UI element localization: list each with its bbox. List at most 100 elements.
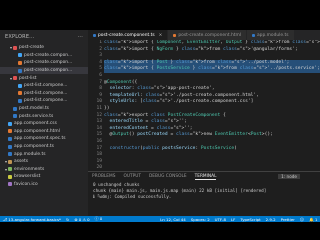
tree-item-label: post-list.compone...: [24, 90, 68, 96]
tab-debug-console[interactable]: DEBUG CONSOLE: [149, 174, 187, 179]
tab-output[interactable]: OUTPUT: [123, 174, 141, 179]
tab-app-module[interactable]: app.module.ts: [246, 30, 295, 40]
code-line: class="k">import { Component, EventEmitt…: [104, 40, 320, 45]
tab-post-create-html[interactable]: post-create.component.html: [168, 30, 247, 40]
tree-item-label: environments: [14, 166, 45, 172]
problems-count[interactable]: ⊗ 0 ⚠ 0: [74, 217, 89, 222]
line-number: 6: [99, 72, 102, 78]
tree-item[interactable]: post-list.compone...: [0, 90, 88, 98]
explorer-sidebar: EXPLORE... ··· ▾ post-create post-create.c…: [0, 30, 88, 216]
css-file-icon: [8, 121, 12, 126]
code-area[interactable]: class="k">import { Component, EventEmitt…: [104, 40, 320, 170]
tree-item-label: post.model.ts: [19, 106, 49, 112]
explorer-title: EXPLORE...: [5, 34, 35, 40]
json-file-icon: [8, 174, 12, 179]
tree-item-label: posts.service.ts: [19, 113, 54, 119]
prettier-status[interactable]: Prettier: [281, 217, 295, 222]
code-line: }): [104, 105, 110, 111]
tab-label: post-create.component.html: [178, 32, 241, 38]
git-branch[interactable]: ⎇ 13-angular-forward-basics*: [3, 217, 61, 222]
cursor-position[interactable]: Ln 12, Col 44: [160, 217, 186, 222]
tree-item-label: post-create: [19, 45, 45, 51]
folder-icon: [8, 159, 12, 164]
tree-item-label: assets: [14, 159, 28, 165]
tree-item[interactable]: post-list.compone...: [0, 82, 88, 90]
line-number: 20: [96, 165, 102, 170]
tree-item[interactable]: browserslist: [0, 173, 88, 181]
code-editor[interactable]: 1 2 3 4 5 6 7 8 9 10 11 12 13 14 15 16 17 18 19 20 class="k…: [88, 40, 320, 170]
folder-red-icon: [13, 76, 17, 81]
tree-item[interactable]: app.component.css: [0, 120, 88, 128]
tree-item[interactable]: app.component.spec.ts: [0, 135, 88, 143]
tree-item[interactable]: posts.service.ts: [0, 112, 88, 120]
ts-file-icon: [93, 33, 96, 37]
tree-item-label: app.component.ts: [14, 144, 54, 150]
folder-red-icon: [13, 45, 17, 50]
notifications-icon[interactable]: 🔔 1: [309, 217, 318, 222]
panel-tabs: PROBLEMS OUTPUT DEBUG CONSOLE TERMINAL 1…: [88, 172, 320, 181]
tree-item[interactable]: post.model.ts: [0, 105, 88, 113]
tab-label: app.module.ts: [256, 32, 289, 38]
terminal-line: ℹ ｢wdm｣: Compiled successfully.: [93, 195, 172, 200]
tree-item[interactable]: ▾ assets: [0, 158, 88, 166]
line-ending[interactable]: LF: [231, 217, 235, 222]
ts-file-icon: [251, 33, 255, 37]
tree-item[interactable]: app.module.ts: [0, 150, 88, 158]
editor-tabs: post-create.component.ts × post-create.c…: [88, 30, 320, 40]
html-file-icon: [18, 91, 22, 96]
tree-item-label: app.component.html: [14, 128, 60, 134]
tree-item-label: post-list.compone...: [24, 83, 68, 89]
html-file-icon: [8, 129, 12, 134]
tree-item[interactable]: app.component.html: [0, 128, 88, 136]
tree-item-label: app.component.spec.ts: [14, 136, 66, 142]
ts-version[interactable]: 2.9.2: [266, 217, 276, 222]
tree-item[interactable]: ▾ environments: [0, 166, 88, 174]
vscode-window: EXPLORE... ··· ▾ post-create post-create.c…: [0, 0, 320, 240]
ts-file-icon: [13, 106, 17, 111]
ts-file-icon: [18, 98, 22, 103]
tree-item[interactable]: ▾ post-list: [0, 74, 88, 82]
language-mode[interactable]: TypeScript: [240, 217, 260, 222]
tree-item[interactable]: ▾ post-create: [0, 44, 88, 52]
html-file-icon: [173, 33, 177, 37]
line-number: 15: [96, 132, 102, 138]
line-number: 5: [99, 66, 102, 72]
ico-file-icon: [8, 182, 12, 187]
ts-file-icon: [8, 152, 12, 157]
tree-item-label: post-create.compon...: [24, 68, 73, 74]
code-line: class="k">import { PostsService } class=…: [104, 66, 320, 73]
terminal-select[interactable]: 1: node: [278, 174, 300, 179]
sync-icon[interactable]: ↻: [66, 217, 69, 222]
tab-problems[interactable]: PROBLEMS: [92, 174, 115, 179]
code-line: enteredTitle = class="s">'';: [109, 119, 188, 125]
more-actions-icon[interactable]: ···: [78, 34, 83, 40]
ts-file-icon: [13, 114, 17, 119]
indentation[interactable]: Spaces: 2: [191, 217, 210, 222]
tree-item[interactable]: post-create.compon...: [0, 66, 88, 75]
ts-file-icon: [8, 144, 12, 149]
code-line: selector: class="s">'app-post-create',: [109, 86, 215, 92]
feedback-icon[interactable]: ☺: [300, 217, 304, 222]
tab-label: post-create.component.ts: [98, 32, 155, 38]
terminal-output[interactable]: 0 unchanged chunks chunk {main} main.js,…: [88, 181, 320, 203]
tree-item[interactable]: post-list.compone...: [0, 97, 88, 105]
tree-item[interactable]: post-create.compon...: [0, 59, 88, 67]
line-number: 1: [99, 40, 102, 45]
tree-item[interactable]: favicon.ico: [0, 181, 88, 189]
close-icon[interactable]: ×: [159, 33, 163, 38]
tree-item[interactable]: app.component.ts: [0, 143, 88, 151]
css-file-icon: [18, 83, 22, 88]
tree-item[interactable]: post-create.compon...: [0, 52, 88, 60]
tab-post-create-ts[interactable]: post-create.component.ts ×: [88, 30, 169, 40]
tree-item-label: post-create.compon...: [24, 60, 73, 66]
tab-terminal[interactable]: TERMINAL: [194, 174, 217, 180]
letterbox-bottom: [0, 222, 320, 240]
encoding[interactable]: UTF-8: [215, 217, 226, 222]
css-file-icon: [18, 53, 22, 58]
code-line: constructor(public postsService: PostsSe…: [109, 145, 237, 151]
ts-file-icon: [18, 68, 22, 73]
